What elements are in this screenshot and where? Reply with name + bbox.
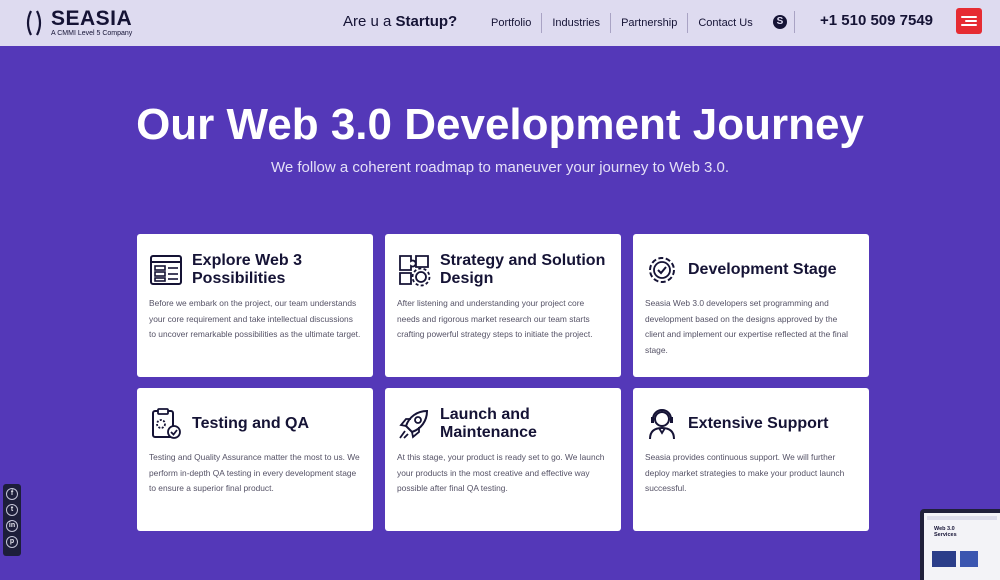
startup-emphasis: Startup? (395, 13, 458, 30)
preview-image (960, 551, 978, 567)
social-sidebar: f t in p (3, 484, 21, 556)
card-description: Testing and Quality Assurance matter the… (149, 452, 360, 493)
card-development: Development Stage Seasia Web 3.0 develop… (633, 234, 869, 377)
card-description: At this stage, your product is ready set… (397, 452, 605, 493)
card-title: Launch and Maintenance (440, 406, 537, 441)
facebook-icon[interactable]: f (6, 488, 18, 500)
brand-tagline: A CMMI Level 5 Company (51, 29, 133, 37)
startup-link[interactable]: Are u a Startup? (343, 13, 457, 30)
page-title: Our Web 3.0 Development Journey (136, 100, 864, 149)
nav-portfolio[interactable]: Portfolio (481, 13, 543, 33)
puzzle-gear-icon (399, 255, 431, 287)
nav-partnership[interactable]: Partnership (611, 13, 689, 33)
preview-thumbnail[interactable]: Web 3.0 Services (920, 509, 1000, 580)
card-description: Seasia provides continuous support. We w… (645, 452, 845, 493)
preview-screen: Web 3.0 Services (924, 513, 1000, 580)
startup-prefix: Are u a (343, 13, 392, 30)
preview-bar (927, 516, 997, 520)
card-title: Explore Web 3 Possibilities (192, 252, 302, 287)
site-header: SEASIA A CMMI Level 5 Company Are u a St… (0, 0, 1000, 46)
seasia-logo-icon (26, 10, 42, 36)
card-title: Testing and QA (192, 415, 310, 432)
card-title: Extensive Support (688, 415, 829, 432)
pinterest-icon[interactable]: p (6, 536, 18, 548)
linkedin-icon[interactable]: in (6, 520, 18, 532)
brand-name: SEASIA (51, 6, 133, 30)
card-explore: Explore Web 3 Possibilities Before we em… (137, 234, 373, 377)
brand-logo[interactable]: SEASIA A CMMI Level 5 Company (24, 8, 132, 38)
card-testing: Testing and QA Testing and Quality Assur… (137, 388, 373, 531)
card-support: Extensive Support Seasia provides contin… (633, 388, 869, 531)
skype-icon: S (773, 15, 787, 29)
card-strategy: Strategy and Solution Design After liste… (385, 234, 621, 377)
rocket-icon (399, 409, 429, 439)
hamburger-line (961, 24, 977, 26)
clipboard-check-icon (152, 408, 181, 439)
skype-button[interactable]: S (773, 11, 795, 33)
twitter-icon[interactable]: t (6, 504, 18, 516)
card-description: Seasia Web 3.0 developers set programmin… (645, 298, 848, 355)
preview-image (932, 551, 956, 567)
card-launch: Launch and Maintenance At this stage, yo… (385, 388, 621, 531)
main-nav: Portfolio Industries Partnership Contact… (481, 12, 763, 34)
card-description: After listening and understanding your p… (397, 298, 593, 339)
hamburger-menu-icon (961, 16, 977, 18)
preview-title: Web 3.0 Services (934, 526, 957, 538)
nav-industries[interactable]: Industries (542, 13, 612, 33)
headset-support-icon (649, 409, 675, 440)
card-title: Development Stage (688, 261, 837, 278)
gear-check-icon (649, 257, 675, 283)
hamburger-line (965, 20, 977, 22)
hamburger-menu-button[interactable] (956, 8, 982, 34)
card-description: Before we embark on the project, our tea… (149, 298, 361, 339)
nav-contact-us[interactable]: Contact Us (688, 13, 762, 33)
phone-number[interactable]: +1 510 509 7549 (820, 12, 933, 29)
card-title: Strategy and Solution Design (440, 252, 606, 287)
page-subtitle: We follow a coherent roadmap to maneuver… (270, 159, 730, 176)
web-layout-icon (150, 255, 182, 285)
